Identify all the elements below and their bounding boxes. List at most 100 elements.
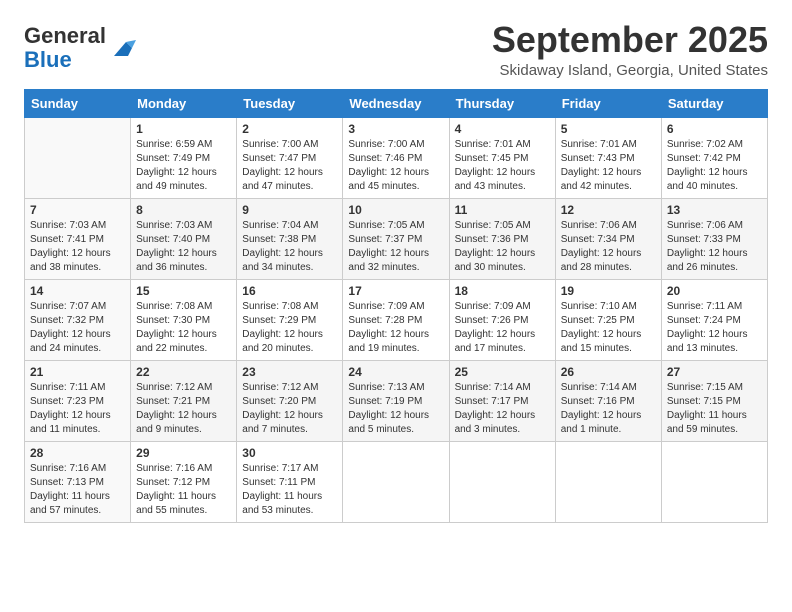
day-number: 27 [667,365,762,379]
weekday-monday: Monday [131,89,237,117]
day-number: 25 [455,365,550,379]
calendar-week-4: 21Sunrise: 7:11 AM Sunset: 7:23 PM Dayli… [25,360,768,441]
calendar-cell: 13 Sunrise: 7:06 AM Sunset: 7:33 PM Dayli… [661,198,767,279]
calendar-week-5: 28Sunrise: 7:16 AM Sunset: 7:13 PM Dayli… [25,441,768,522]
day-number: 7 [30,203,125,217]
calendar-week-1: 1Sunrise: 6:59 AM Sunset: 7:49 PM Daylig… [25,117,768,198]
logo-text: General Blue [24,24,106,72]
calendar-cell: 14 Sunrise: 7:07 AM Sunset: 7:32 PM Dayli… [25,279,131,360]
day-number: 16 [242,284,337,298]
logo: General Blue [24,24,136,72]
day-info: Sunrise: 7:12 AM Sunset: 7:20 PM Dayligh… [242,381,337,437]
calendar-cell: 3 Sunrise: 7:00 AM Sunset: 7:46 PM Daylig… [343,117,449,198]
calendar-cell: 29 Sunrise: 7:16 AM Sunset: 7:12 PM Dayli… [131,441,237,522]
day-number: 6 [667,122,762,136]
day-info: Sunrise: 7:03 AM Sunset: 7:40 PM Dayligh… [136,219,231,275]
calendar-cell: 28Sunrise: 7:16 AM Sunset: 7:13 PM Dayli… [25,441,131,522]
day-info: Sunrise: 7:13 AM Sunset: 7:19 PM Dayligh… [348,381,443,437]
calendar-cell: 5Sunrise: 7:01 AM Sunset: 7:43 PM Daylig… [555,117,661,198]
calendar-cell: 30Sunrise: 7:17 AM Sunset: 7:11 PM Dayli… [237,441,343,522]
day-number: 20 [667,284,762,298]
calendar-cell: 23Sunrise: 7:12 AM Sunset: 7:20 PM Dayli… [237,360,343,441]
day-info: Sunrise: 7:10 AM Sunset: 7:25 PM Dayligh… [561,300,656,356]
day-number: 15 [136,284,231,298]
calendar-cell: 21Sunrise: 7:11 AM Sunset: 7:23 PM Dayli… [25,360,131,441]
day-info: Sunrise: 7:08 AM Sunset: 7:29 PM Dayligh… [242,300,337,356]
day-number: 9 [242,203,337,217]
day-info: Sunrise: 7:05 AM Sunset: 7:36 PM Dayligh… [455,219,550,275]
day-info: Sunrise: 7:11 AM Sunset: 7:24 PM Dayligh… [667,300,762,356]
day-info: Sunrise: 7:02 AM Sunset: 7:42 PM Dayligh… [667,138,762,194]
day-number: 22 [136,365,231,379]
day-number: 30 [242,446,337,460]
day-info: Sunrise: 7:14 AM Sunset: 7:17 PM Dayligh… [455,381,550,437]
calendar-cell: 6 Sunrise: 7:02 AM Sunset: 7:42 PM Daylig… [661,117,767,198]
day-info: Sunrise: 6:59 AM Sunset: 7:49 PM Dayligh… [136,138,231,194]
day-number: 2 [242,122,337,136]
day-number: 13 [667,203,762,217]
day-number: 29 [136,446,231,460]
calendar-cell: 2 Sunrise: 7:00 AM Sunset: 7:47 PM Daylig… [237,117,343,198]
day-number: 8 [136,203,231,217]
calendar-cell: 17Sunrise: 7:09 AM Sunset: 7:28 PM Dayli… [343,279,449,360]
calendar-cell: 16 Sunrise: 7:08 AM Sunset: 7:29 PM Dayli… [237,279,343,360]
day-number: 18 [455,284,550,298]
calendar-cell: 9 Sunrise: 7:04 AM Sunset: 7:38 PM Daylig… [237,198,343,279]
day-info: Sunrise: 7:03 AM Sunset: 7:41 PM Dayligh… [30,219,125,275]
calendar-cell: 12 Sunrise: 7:06 AM Sunset: 7:34 PM Dayli… [555,198,661,279]
calendar-week-3: 14 Sunrise: 7:07 AM Sunset: 7:32 PM Dayli… [25,279,768,360]
calendar-cell: 10Sunrise: 7:05 AM Sunset: 7:37 PM Dayli… [343,198,449,279]
calendar-cell: 24 Sunrise: 7:13 AM Sunset: 7:19 PM Dayli… [343,360,449,441]
calendar-table: SundayMondayTuesdayWednesdayThursdayFrid… [24,89,768,523]
calendar-cell: 7 Sunrise: 7:03 AM Sunset: 7:41 PM Daylig… [25,198,131,279]
day-number: 11 [455,203,550,217]
location: Skidaway Island, Georgia, United States [492,62,768,79]
day-number: 5 [561,122,656,136]
day-info: Sunrise: 7:00 AM Sunset: 7:47 PM Dayligh… [242,138,337,194]
day-info: Sunrise: 7:12 AM Sunset: 7:21 PM Dayligh… [136,381,231,437]
day-number: 3 [348,122,443,136]
day-number: 24 [348,365,443,379]
calendar-cell: 1Sunrise: 6:59 AM Sunset: 7:49 PM Daylig… [131,117,237,198]
title-block: September 2025 Skidaway Island, Georgia,… [492,20,768,79]
page-header: General Blue September 2025 Skidaway Isl… [24,20,768,79]
day-info: Sunrise: 7:06 AM Sunset: 7:34 PM Dayligh… [561,219,656,275]
day-info: Sunrise: 7:09 AM Sunset: 7:26 PM Dayligh… [455,300,550,356]
calendar-cell: 19 Sunrise: 7:10 AM Sunset: 7:25 PM Dayli… [555,279,661,360]
weekday-header-row: SundayMondayTuesdayWednesdayThursdayFrid… [25,89,768,117]
calendar-cell [343,441,449,522]
day-info: Sunrise: 7:14 AM Sunset: 7:16 PM Dayligh… [561,381,656,437]
calendar-cell: 27Sunrise: 7:15 AM Sunset: 7:15 PM Dayli… [661,360,767,441]
calendar-cell [449,441,555,522]
day-info: Sunrise: 7:06 AM Sunset: 7:33 PM Dayligh… [667,219,762,275]
day-number: 21 [30,365,125,379]
day-info: Sunrise: 7:16 AM Sunset: 7:12 PM Dayligh… [136,462,231,518]
weekday-friday: Friday [555,89,661,117]
calendar-cell: 22 Sunrise: 7:12 AM Sunset: 7:21 PM Dayli… [131,360,237,441]
calendar-cell [25,117,131,198]
day-number: 17 [348,284,443,298]
weekday-tuesday: Tuesday [237,89,343,117]
calendar-cell: 18 Sunrise: 7:09 AM Sunset: 7:26 PM Dayli… [449,279,555,360]
calendar-cell: 15Sunrise: 7:08 AM Sunset: 7:30 PM Dayli… [131,279,237,360]
calendar-cell: 25 Sunrise: 7:14 AM Sunset: 7:17 PM Dayli… [449,360,555,441]
day-number: 4 [455,122,550,136]
calendar-cell: 26Sunrise: 7:14 AM Sunset: 7:16 PM Dayli… [555,360,661,441]
day-number: 28 [30,446,125,460]
weekday-sunday: Sunday [25,89,131,117]
calendar-cell: 11 Sunrise: 7:05 AM Sunset: 7:36 PM Dayli… [449,198,555,279]
day-info: Sunrise: 7:07 AM Sunset: 7:32 PM Dayligh… [30,300,125,356]
day-number: 10 [348,203,443,217]
calendar-cell: 8 Sunrise: 7:03 AM Sunset: 7:40 PM Daylig… [131,198,237,279]
day-info: Sunrise: 7:01 AM Sunset: 7:45 PM Dayligh… [455,138,550,194]
calendar-body: 1Sunrise: 6:59 AM Sunset: 7:49 PM Daylig… [25,117,768,522]
month-title: September 2025 [492,20,768,60]
calendar-week-2: 7 Sunrise: 7:03 AM Sunset: 7:41 PM Daylig… [25,198,768,279]
day-info: Sunrise: 7:00 AM Sunset: 7:46 PM Dayligh… [348,138,443,194]
calendar-header: SundayMondayTuesdayWednesdayThursdayFrid… [25,89,768,117]
day-info: Sunrise: 7:04 AM Sunset: 7:38 PM Dayligh… [242,219,337,275]
day-number: 12 [561,203,656,217]
day-number: 14 [30,284,125,298]
logo-icon [108,34,136,62]
day-number: 19 [561,284,656,298]
